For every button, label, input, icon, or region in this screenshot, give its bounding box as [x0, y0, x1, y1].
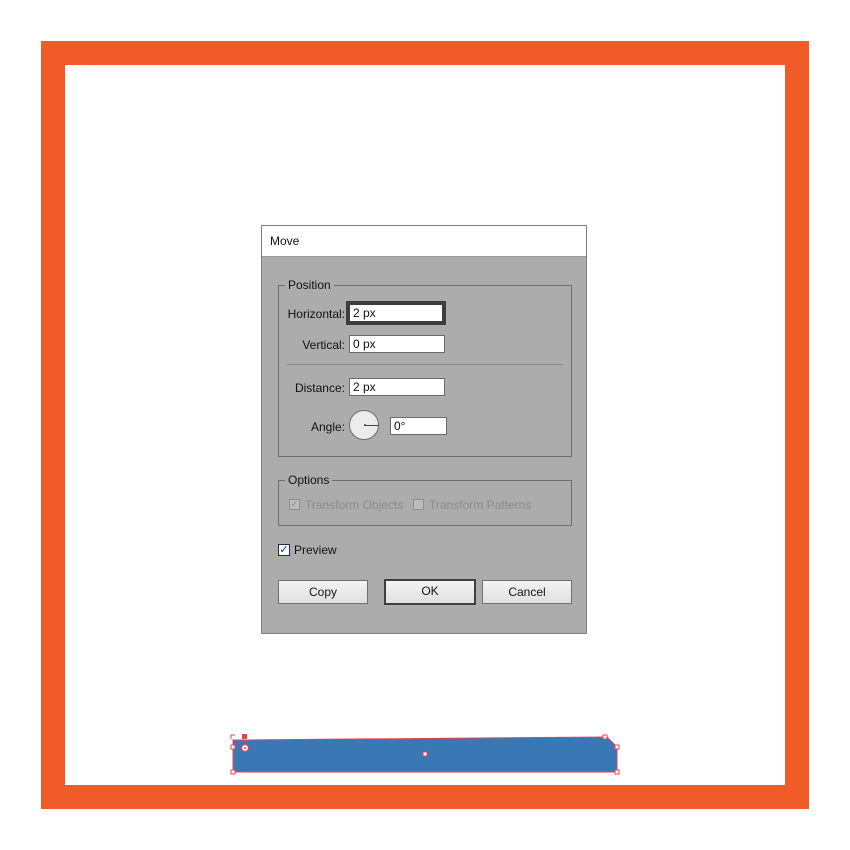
preview-checkbox[interactable]: ✓	[278, 544, 290, 556]
angle-dial-hand	[364, 425, 379, 426]
corner-widget-dot	[244, 747, 246, 749]
selection-handle[interactable]	[614, 769, 620, 775]
anchor-point[interactable]	[242, 734, 247, 739]
position-group-label: Position	[285, 278, 334, 292]
dialog-title[interactable]: Move	[262, 226, 586, 257]
angle-label: Angle:	[310, 420, 345, 434]
horizontal-label: Horizontal:	[287, 307, 345, 321]
options-group-label: Options	[285, 473, 333, 487]
selection-handle[interactable]	[614, 744, 620, 750]
distance-label: Distance:	[294, 381, 345, 395]
angle-dial-center	[364, 424, 366, 426]
vertical-field[interactable]: 0 px	[349, 335, 445, 353]
position-divider	[287, 364, 563, 365]
angle-field[interactable]: 0°	[390, 417, 447, 435]
ok-button[interactable]: OK	[384, 579, 476, 605]
transform-objects-checkbox[interactable]: ✓	[289, 499, 300, 510]
selection-handle[interactable]	[230, 744, 236, 750]
distance-field[interactable]: 2 px	[349, 378, 445, 396]
selection-handle[interactable]	[602, 734, 608, 740]
options-group: Options ✓ Transform Objects Transform Pa…	[278, 473, 572, 526]
selection-handle[interactable]	[230, 769, 236, 775]
move-dialog: Move Position Horizontal: 2 px Vertical:…	[261, 225, 587, 634]
preview-label[interactable]: Preview	[294, 543, 337, 557]
horizontal-field[interactable]: 2 px	[346, 301, 446, 325]
center-point	[422, 751, 428, 757]
copy-button[interactable]: Copy	[278, 580, 368, 604]
angle-dial[interactable]	[349, 410, 379, 440]
transform-objects-label: Transform Objects	[305, 498, 404, 512]
cancel-button[interactable]: Cancel	[482, 580, 572, 604]
transform-patterns-checkbox[interactable]	[413, 499, 424, 510]
transform-patterns-label: Transform Patterns	[429, 498, 532, 512]
vertical-label: Vertical:	[302, 338, 345, 352]
bounding-corner-mark	[230, 734, 235, 739]
position-group: Position Horizontal: 2 px Vertical: 0 px…	[278, 278, 572, 457]
